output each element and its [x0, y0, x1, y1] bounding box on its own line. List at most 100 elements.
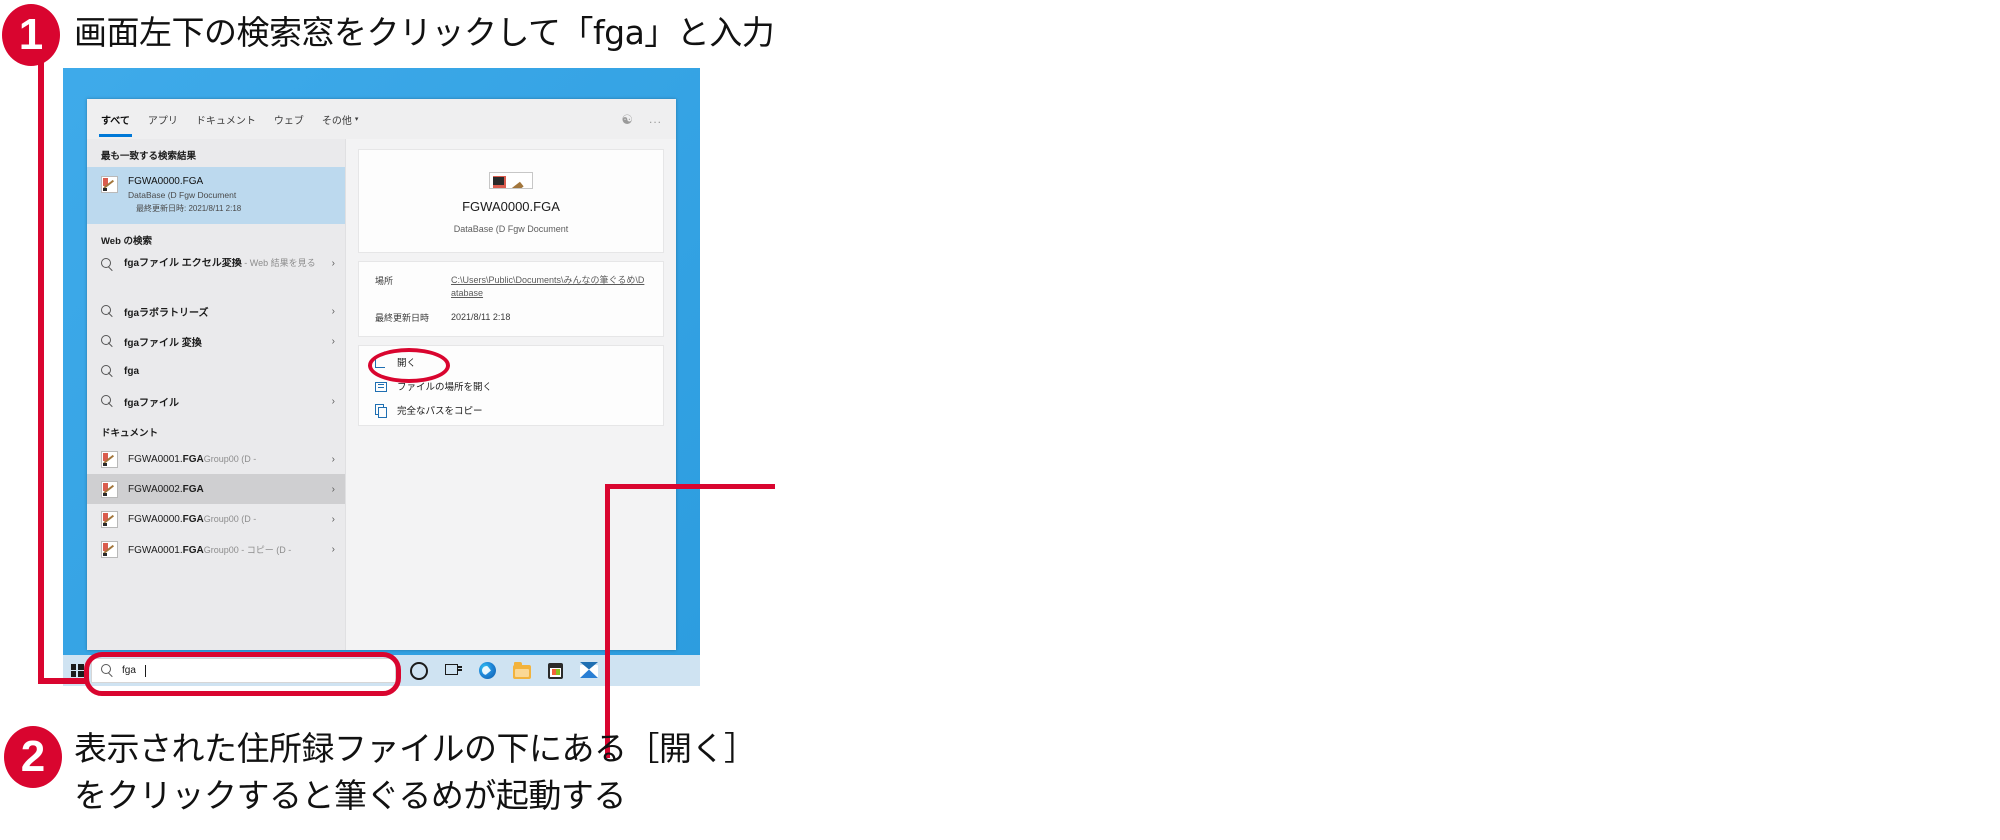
tab-all[interactable]: すべて	[99, 99, 132, 139]
search-panel-header: すべて アプリ ドキュメント ウェブ その他 ▾ ☯ ...	[87, 99, 676, 139]
chevron-right-icon: ›	[331, 335, 335, 347]
best-match-type: DataBase (D Fgw Document	[128, 190, 237, 200]
windows-search-panel: すべて アプリ ドキュメント ウェブ その他 ▾ ☯ ... 最も一致する検索結…	[87, 99, 676, 650]
step-badge-1: 1	[2, 4, 60, 66]
web-result-suffix: - Web 結果を見る	[241, 258, 316, 268]
tab-web[interactable]: ウェブ	[274, 99, 304, 139]
action-open[interactable]: 開く	[368, 348, 649, 384]
tutorial-figure: 1 画面左下の検索窓をクリックして「fga」と入力 すべて アプリ ドキュメント…	[0, 0, 2000, 840]
text-cursor	[144, 664, 146, 677]
file-detail-pane: FGWA0000.FGA DataBase (D Fgw Document 場所…	[346, 139, 676, 650]
document-name-prefix: FGWA0001.	[128, 453, 183, 465]
leader-line-1-horizontal	[38, 678, 88, 684]
web-result-item[interactable]: fgaファイル ›	[87, 386, 345, 416]
action-open-location-label: ファイルの場所を開く	[397, 382, 493, 394]
fga-file-icon	[101, 450, 118, 468]
fga-file-icon	[101, 480, 118, 498]
action-copy-path-label: 完全なパスをコピー	[397, 406, 483, 418]
cortana-icon[interactable]	[410, 661, 428, 680]
windows-start-button[interactable]	[63, 664, 91, 677]
chevron-right-icon: ›	[331, 513, 335, 525]
taskbar-search-value: fga	[122, 665, 136, 676]
best-match-title: 最も一致する検索結果	[101, 151, 197, 162]
taskbar-search-input[interactable]: fga	[84, 652, 401, 696]
task-view-icon[interactable]	[445, 662, 462, 679]
search-panel-body: 最も一致する検索結果 FGWA0000.FGA DataBase (D Fgw …	[87, 139, 676, 650]
file-explorer-icon[interactable]	[513, 661, 531, 679]
feedback-icon[interactable]: ☯	[621, 113, 633, 126]
tab-web-label: ウェブ	[273, 115, 304, 127]
step-badge-2: 2	[4, 726, 62, 788]
web-result-label: fgaラボラトリーズ	[124, 307, 209, 319]
document-name-detail: Group00 (D -	[203, 453, 257, 464]
document-name-prefix: FGWA0002.	[128, 483, 183, 495]
document-result-item[interactable]: FGWA0001.FGAGroup00 (D - ›	[87, 444, 345, 474]
tab-apps-label: アプリ	[147, 115, 178, 127]
chevron-down-icon: ▾	[354, 116, 359, 123]
fga-file-icon-large	[489, 172, 533, 189]
search-icon	[101, 394, 114, 408]
tab-documents-label: ドキュメント	[195, 115, 256, 127]
action-open-file-location[interactable]: ファイルの場所を開く	[375, 379, 649, 393]
folder-icon	[375, 380, 388, 393]
web-search-title: Web の検索	[101, 236, 153, 247]
search-results-column[interactable]: 最も一致する検索結果 FGWA0000.FGA DataBase (D Fgw …	[87, 139, 346, 650]
copy-icon	[375, 403, 388, 418]
documents-title: ドキュメント	[101, 428, 159, 439]
leader-line-1-vertical	[38, 52, 44, 684]
chevron-right-icon: ›	[331, 543, 335, 555]
document-name-ext: FGA	[182, 453, 204, 465]
best-match-name: FGWA0000.FGA	[128, 176, 204, 187]
search-icon	[101, 334, 114, 348]
best-match-modified: 最終更新日時: 2021/8/11 2:18	[136, 204, 242, 213]
chevron-right-icon: ›	[331, 483, 335, 495]
search-icon	[101, 258, 114, 271]
step-caption-2-line2: をクリックすると筆ぐるめが起動する	[74, 775, 626, 815]
more-options-icon[interactable]: ...	[649, 112, 662, 126]
document-result-item[interactable]: FGWA0001.FGAGroup00 - コピー (D - ›	[87, 534, 345, 564]
file-preview-card: FGWA0000.FGA DataBase (D Fgw Document	[358, 149, 664, 253]
leader-line-2-vertical	[605, 488, 610, 758]
tab-more-label: その他	[321, 115, 352, 127]
metadata-value-path[interactable]: C:\Users\Public\Documents\みんなの筆ぐるめ\Datab…	[451, 274, 649, 300]
metadata-label: 場所	[375, 276, 394, 286]
magnifier-icon	[101, 664, 114, 677]
detail-file-type: DataBase (D Fgw Document	[453, 224, 569, 234]
document-name-ext: FGA	[182, 483, 204, 495]
web-result-item[interactable]: fgaラボラトリーズ ›	[87, 296, 345, 326]
metadata-label: 最終更新日時	[375, 313, 430, 324]
chevron-right-icon: ›	[331, 305, 335, 317]
tab-more[interactable]: その他 ▾	[322, 99, 359, 139]
chevron-right-icon: ›	[331, 453, 335, 465]
document-name-prefix: FGWA0001.	[128, 544, 183, 556]
leader-line-2-horizontal	[605, 484, 775, 489]
web-result-label: fgaファイル	[124, 397, 179, 409]
step-caption-2: 表示された住所録ファイルの下にある［開く］ をクリックすると筆ぐるめが起動する	[74, 726, 757, 820]
web-result-label: fga	[124, 365, 139, 377]
document-result-item[interactable]: FGWA0000.FGAGroup00 (D - ›	[87, 504, 345, 534]
search-tabs: すべて アプリ ドキュメント ウェブ その他 ▾	[99, 99, 359, 139]
file-metadata-card: 場所 C:\Users\Public\Documents\みんなの筆ぐるめ\Da…	[358, 261, 664, 338]
web-result-item[interactable]: fgaファイル エクセル変換 - Web 結果を見る ›	[87, 252, 345, 296]
action-copy-full-path[interactable]: 完全なパスをコピー	[375, 403, 649, 418]
windows-start-icon	[70, 664, 84, 677]
detail-file-name: FGWA0000.FGA	[462, 199, 560, 214]
fga-file-icon	[101, 176, 118, 193]
file-actions-card: 開く ファイルの場所を開く 完全なパスをコピー	[358, 345, 664, 427]
web-result-item[interactable]: fga	[87, 356, 345, 386]
web-result-item[interactable]: fgaファイル 変換 ›	[87, 326, 345, 356]
tab-apps[interactable]: アプリ	[148, 99, 178, 139]
best-match-result[interactable]: FGWA0000.FGA DataBase (D Fgw Document 最終…	[87, 167, 345, 224]
tab-documents[interactable]: ドキュメント	[196, 99, 256, 139]
document-result-item[interactable]: FGWA0002.FGA ›	[87, 474, 345, 504]
search-header-actions: ☯ ...	[621, 112, 662, 126]
document-name-detail: Group00 - コピー (D -	[203, 544, 292, 555]
mail-icon[interactable]	[580, 665, 598, 678]
search-icon	[101, 364, 114, 378]
microsoft-edge-icon[interactable]	[479, 662, 496, 679]
chevron-right-icon: ›	[331, 258, 335, 269]
microsoft-store-icon[interactable]	[548, 662, 563, 679]
metadata-value-modified: 2021/8/11 2:18	[451, 312, 511, 323]
action-open-label: 開く	[397, 358, 417, 370]
metadata-row-location: 場所 C:\Users\Public\Documents\みんなの筆ぐるめ\Da…	[375, 274, 649, 300]
